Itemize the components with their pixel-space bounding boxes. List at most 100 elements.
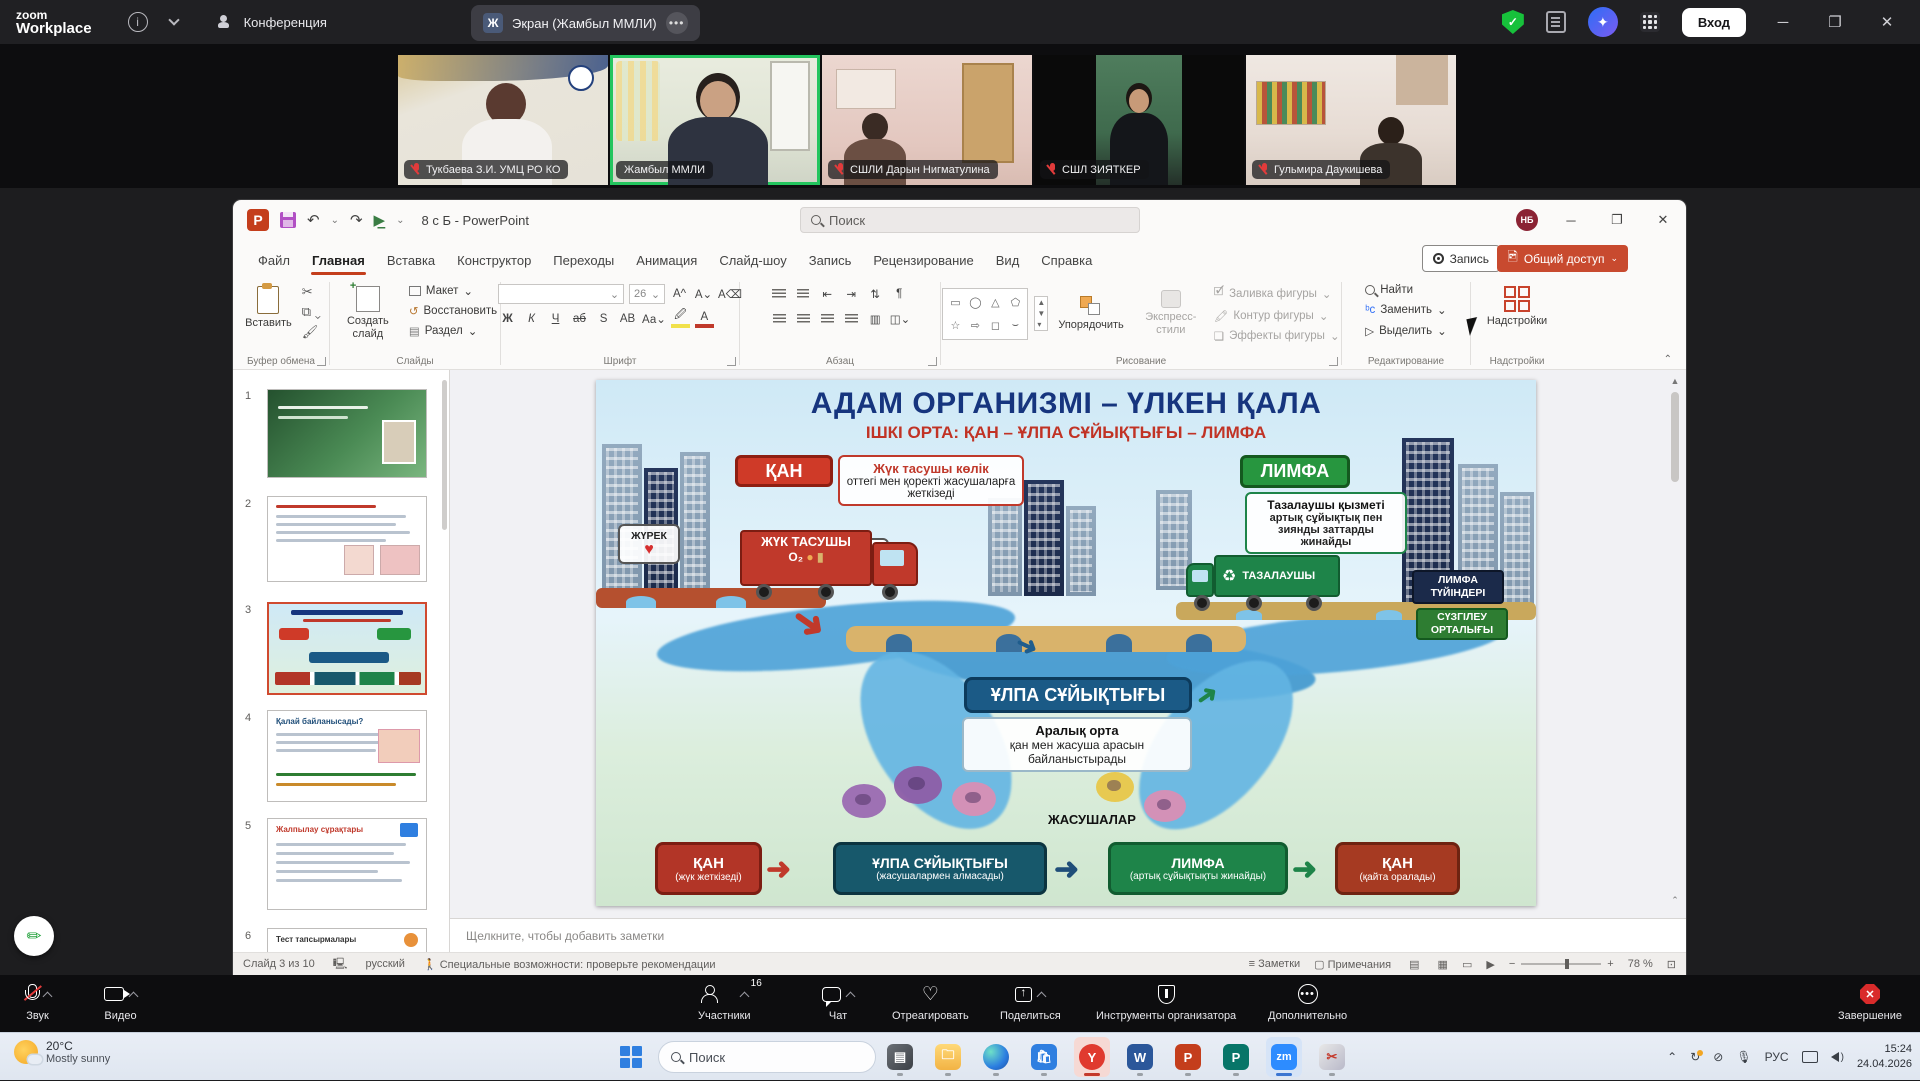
replace-button[interactable]: ᵇc Заменить ⌄ — [1365, 303, 1446, 317]
notes-pane[interactable]: Щелкните, чтобы добавить заметки — [450, 918, 1686, 952]
italic-icon[interactable]: К — [522, 309, 541, 328]
new-slide-button[interactable]: + Создать слайд — [333, 284, 403, 342]
react-button[interactable]: ♡ Отреагировать — [892, 982, 969, 1022]
chat-button[interactable]: Чат — [822, 982, 854, 1022]
thumbnail-scrollbar[interactable] — [442, 380, 447, 530]
tray-sync-icon[interactable]: ↻ — [1690, 1050, 1700, 1064]
app-store[interactable]: 🛍 — [1026, 1037, 1062, 1077]
fit-to-window-icon[interactable]: ⊡ — [1667, 958, 1676, 971]
align-center-icon[interactable] — [794, 309, 813, 328]
cut-icon[interactable]: ✂ — [302, 284, 321, 300]
font-size-combo[interactable]: 26⌄ — [629, 284, 665, 304]
section-button[interactable]: ▤ Раздел ⌄ — [409, 324, 497, 338]
security-shield-icon[interactable]: ✓ — [1502, 10, 1524, 34]
share-caret[interactable] — [1037, 991, 1047, 1001]
app-yandex-browser-active[interactable]: Y — [1074, 1037, 1110, 1077]
justify-icon[interactable] — [842, 309, 861, 328]
spellcheck-icon[interactable]: 🖳 — [333, 955, 348, 974]
text-shadow-icon[interactable]: S — [594, 309, 613, 328]
zoom-slider[interactable]: −+ — [1509, 958, 1614, 970]
save-icon[interactable] — [280, 212, 296, 228]
start-button[interactable] — [620, 1046, 642, 1068]
view-normal-icon[interactable]: ▤ — [1405, 956, 1423, 973]
accessibility-status[interactable]: 🚶 Специальные возможности: проверьте рек… — [423, 958, 716, 971]
record-button[interactable]: Запись — [1422, 245, 1500, 272]
font-name-combo[interactable]: ⌄ — [498, 284, 624, 304]
end-meeting-button[interactable]: ✕ Завершение — [1838, 982, 1902, 1022]
signin-button[interactable]: Вход — [1682, 8, 1746, 37]
participant-video[interactable]: СШЛИ Дарын Нигматулина — [822, 55, 1032, 185]
line-spacing-icon[interactable]: ⇅ — [866, 284, 885, 303]
undo-icon[interactable]: ↶ — [307, 211, 320, 229]
app-powerpoint[interactable]: P — [1170, 1037, 1206, 1077]
ppt-minimize-button[interactable]: ─ — [1548, 200, 1594, 240]
chat-caret[interactable] — [846, 991, 856, 1001]
highlight-icon[interactable]: 🖉 — [671, 309, 690, 328]
language-indicator[interactable]: русский — [365, 958, 404, 970]
tab-shared-screen[interactable]: Ж Экран (Жамбыл ММЛИ) ••• — [471, 5, 700, 41]
char-spacing-icon[interactable]: АВ — [618, 309, 637, 328]
chevron-down-icon[interactable] — [168, 14, 179, 25]
tray-volume-icon[interactable]: ) — [1831, 1052, 1844, 1063]
tab-record[interactable]: Запись — [798, 245, 863, 278]
addins-button[interactable]: Надстройки — [1483, 284, 1551, 329]
drawing-dialog-launcher[interactable] — [1329, 357, 1338, 366]
indent-decrease-icon[interactable]: ⇤ — [818, 284, 837, 303]
ai-companion-icon[interactable]: ✦ — [1588, 7, 1618, 37]
office-search-box[interactable]: Поиск — [800, 207, 1140, 233]
tray-expand-icon[interactable]: ⌃ — [1667, 1050, 1677, 1064]
slide-thumb-3-current[interactable] — [267, 602, 427, 695]
close-button[interactable]: ✕ — [1872, 13, 1902, 31]
app-word[interactable]: W — [1122, 1037, 1158, 1077]
shape-fill-button[interactable]: 🗹 Заливка фигуры ⌄ — [1214, 284, 1340, 303]
participants-caret[interactable] — [739, 991, 749, 1001]
ppt-restore-button[interactable]: ❐ — [1594, 200, 1640, 240]
slide-thumb-6[interactable]: Тест тапсырмалары — [267, 928, 427, 952]
tab-review[interactable]: Рецензирование — [862, 245, 984, 278]
taskbar-search[interactable]: Поиск — [658, 1041, 876, 1073]
previous-slide-button[interactable]: ⌃ — [1668, 895, 1682, 906]
account-avatar[interactable]: НБ — [1516, 209, 1538, 231]
slide-thumb-4[interactable]: Қалай байланысады? — [267, 710, 427, 802]
bold-icon[interactable]: Ж — [498, 309, 517, 328]
tab-transitions[interactable]: Переходы — [542, 245, 625, 278]
shapes-gallery-scroll[interactable]: ▲▼▾ — [1034, 296, 1048, 331]
audio-button[interactable]: Звук — [24, 982, 51, 1022]
apps-grid-icon[interactable] — [1640, 12, 1660, 32]
strikethrough-icon[interactable]: аб — [570, 309, 589, 328]
shape-effects-button[interactable]: ❏ Эффекты фигуры ⌄ — [1214, 329, 1340, 343]
arrange-button[interactable]: Упорядочить — [1054, 294, 1127, 333]
redo-icon[interactable]: ↷ — [350, 211, 363, 229]
comments-toggle[interactable]: ▢ Примечания — [1314, 958, 1391, 971]
slide-thumb-2[interactable] — [267, 496, 427, 582]
tab-design[interactable]: Конструктор — [446, 245, 542, 278]
align-left-icon[interactable] — [770, 309, 789, 328]
bullets-icon[interactable] — [770, 284, 789, 303]
zoom-percentage[interactable]: 78 % — [1628, 958, 1653, 970]
share-screen-button[interactable]: Поделиться — [1000, 982, 1061, 1022]
collapse-ribbon-icon[interactable]: ⌃ — [1664, 354, 1672, 365]
ppt-close-button[interactable]: ✕ — [1640, 200, 1686, 240]
reset-button[interactable]: ↺ Восстановить — [409, 304, 497, 318]
format-painter-icon[interactable]: 🖌 — [302, 324, 321, 340]
clear-format-icon[interactable]: А⌫ — [718, 285, 742, 304]
video-options-caret[interactable] — [129, 991, 139, 1001]
text-direction-icon[interactable]: ¶ — [890, 284, 909, 303]
share-button[interactable]: 🖻 Общий доступ ⌄ — [1497, 245, 1628, 272]
weather-widget[interactable]: 20°C Mostly sunny — [14, 1039, 110, 1065]
tab-file[interactable]: Файл — [247, 245, 301, 278]
annotation-pencil-button[interactable]: ✏ — [14, 916, 54, 956]
columns-icon[interactable]: ▥ — [866, 309, 885, 328]
paste-button[interactable]: Вставить — [241, 284, 296, 331]
notes-toggle[interactable]: ≡ Заметки — [1249, 958, 1301, 970]
font-color-icon[interactable]: А — [695, 309, 714, 328]
participant-video[interactable]: СШЛ ЗИЯТКЕР — [1034, 55, 1244, 185]
restore-button[interactable]: ❐ — [1820, 13, 1850, 31]
language-switch[interactable]: РУС — [1765, 1050, 1789, 1064]
numbering-icon[interactable] — [794, 284, 813, 303]
slide-canvas[interactable]: ➜ ➜ ➜ АДАМ ОРГАНИЗМІ – ҮЛКЕН ҚАЛА ІШКІ О… — [596, 380, 1536, 906]
view-reading-icon[interactable]: ▭ — [1462, 958, 1472, 971]
app-snipping-tool[interactable]: ✂ — [1314, 1037, 1350, 1077]
tab-insert[interactable]: Вставка — [376, 245, 446, 278]
more-button[interactable]: ••• Дополнительно — [1268, 982, 1347, 1022]
